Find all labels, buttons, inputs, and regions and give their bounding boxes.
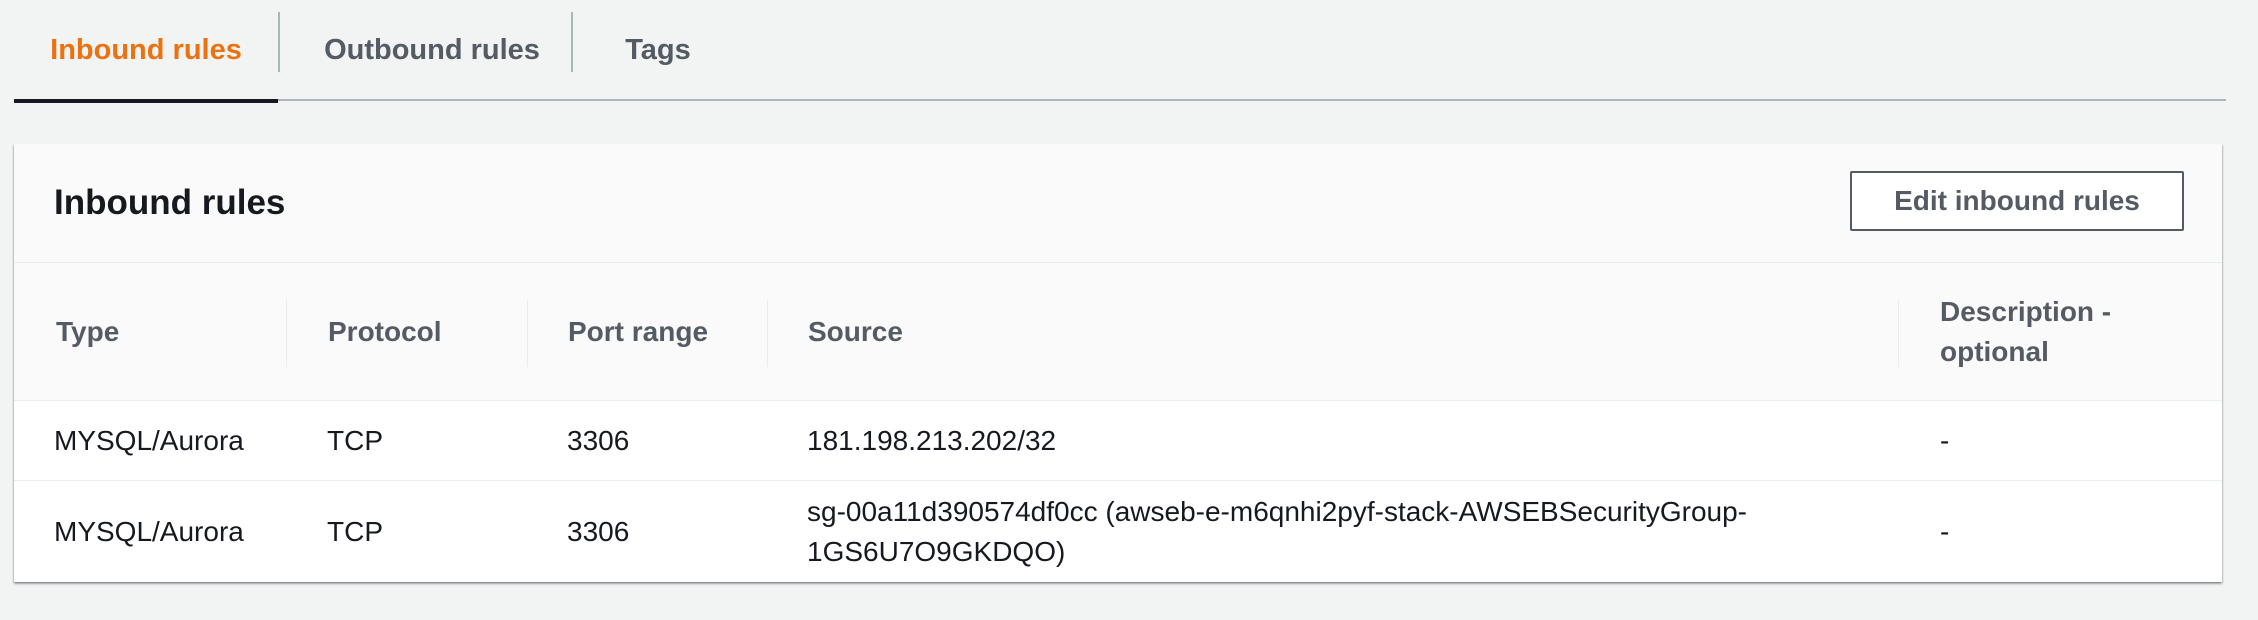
column-header-type: Type	[56, 315, 120, 347]
cell-port-range: 3306	[567, 515, 630, 547]
tab-label: Tags	[625, 34, 691, 66]
tab-label: Inbound rules	[50, 34, 242, 66]
column-divider[interactable]	[527, 299, 528, 367]
table-row: MYSQL/Aurora TCP 3306 sg-00a11d390574df0…	[14, 481, 2222, 582]
column-header-protocol: Protocol	[328, 315, 442, 347]
active-tab-indicator	[14, 99, 278, 103]
cell-type: MYSQL/Aurora	[54, 424, 244, 456]
column-header-port-range: Port range	[568, 315, 709, 347]
column-divider[interactable]	[1898, 299, 1899, 367]
tab-label: Outbound rules	[324, 34, 540, 66]
cell-protocol: TCP	[327, 515, 383, 547]
cell-source: 181.198.213.202/32	[807, 424, 1057, 456]
column-header-source: Source	[808, 315, 903, 347]
panel-header: Inbound rules Edit inbound rules	[14, 144, 2222, 263]
tab-bar: Inbound rules Outbound rules Tags	[14, 0, 2226, 103]
cell-description: -	[1940, 515, 1950, 547]
cell-source: sg-00a11d390574df0cc (awseb-e-m6qnhi2pyf…	[807, 495, 1748, 567]
cell-description: -	[1940, 424, 1950, 456]
cell-port-range: 3306	[567, 424, 630, 456]
column-divider[interactable]	[767, 299, 768, 367]
table-header: Type Protocol Port range Source Descript…	[14, 263, 2222, 401]
cell-protocol: TCP	[327, 424, 383, 456]
panel-title: Inbound rules	[54, 183, 286, 222]
table-row: MYSQL/Aurora TCP 3306 181.198.213.202/32…	[14, 401, 2222, 481]
tab-outbound-rules[interactable]: Outbound rules	[280, 0, 584, 101]
column-header-description: Description - optional	[1940, 295, 2112, 367]
column-divider[interactable]	[286, 299, 287, 367]
inbound-rules-panel: Inbound rules Edit inbound rules Type Pr…	[14, 144, 2222, 582]
tab-tags[interactable]: Tags	[573, 0, 743, 101]
edit-inbound-rules-button[interactable]: Edit inbound rules	[1850, 171, 2184, 231]
tab-inbound-rules[interactable]: Inbound rules	[14, 0, 278, 103]
cell-type: MYSQL/Aurora	[54, 515, 244, 547]
